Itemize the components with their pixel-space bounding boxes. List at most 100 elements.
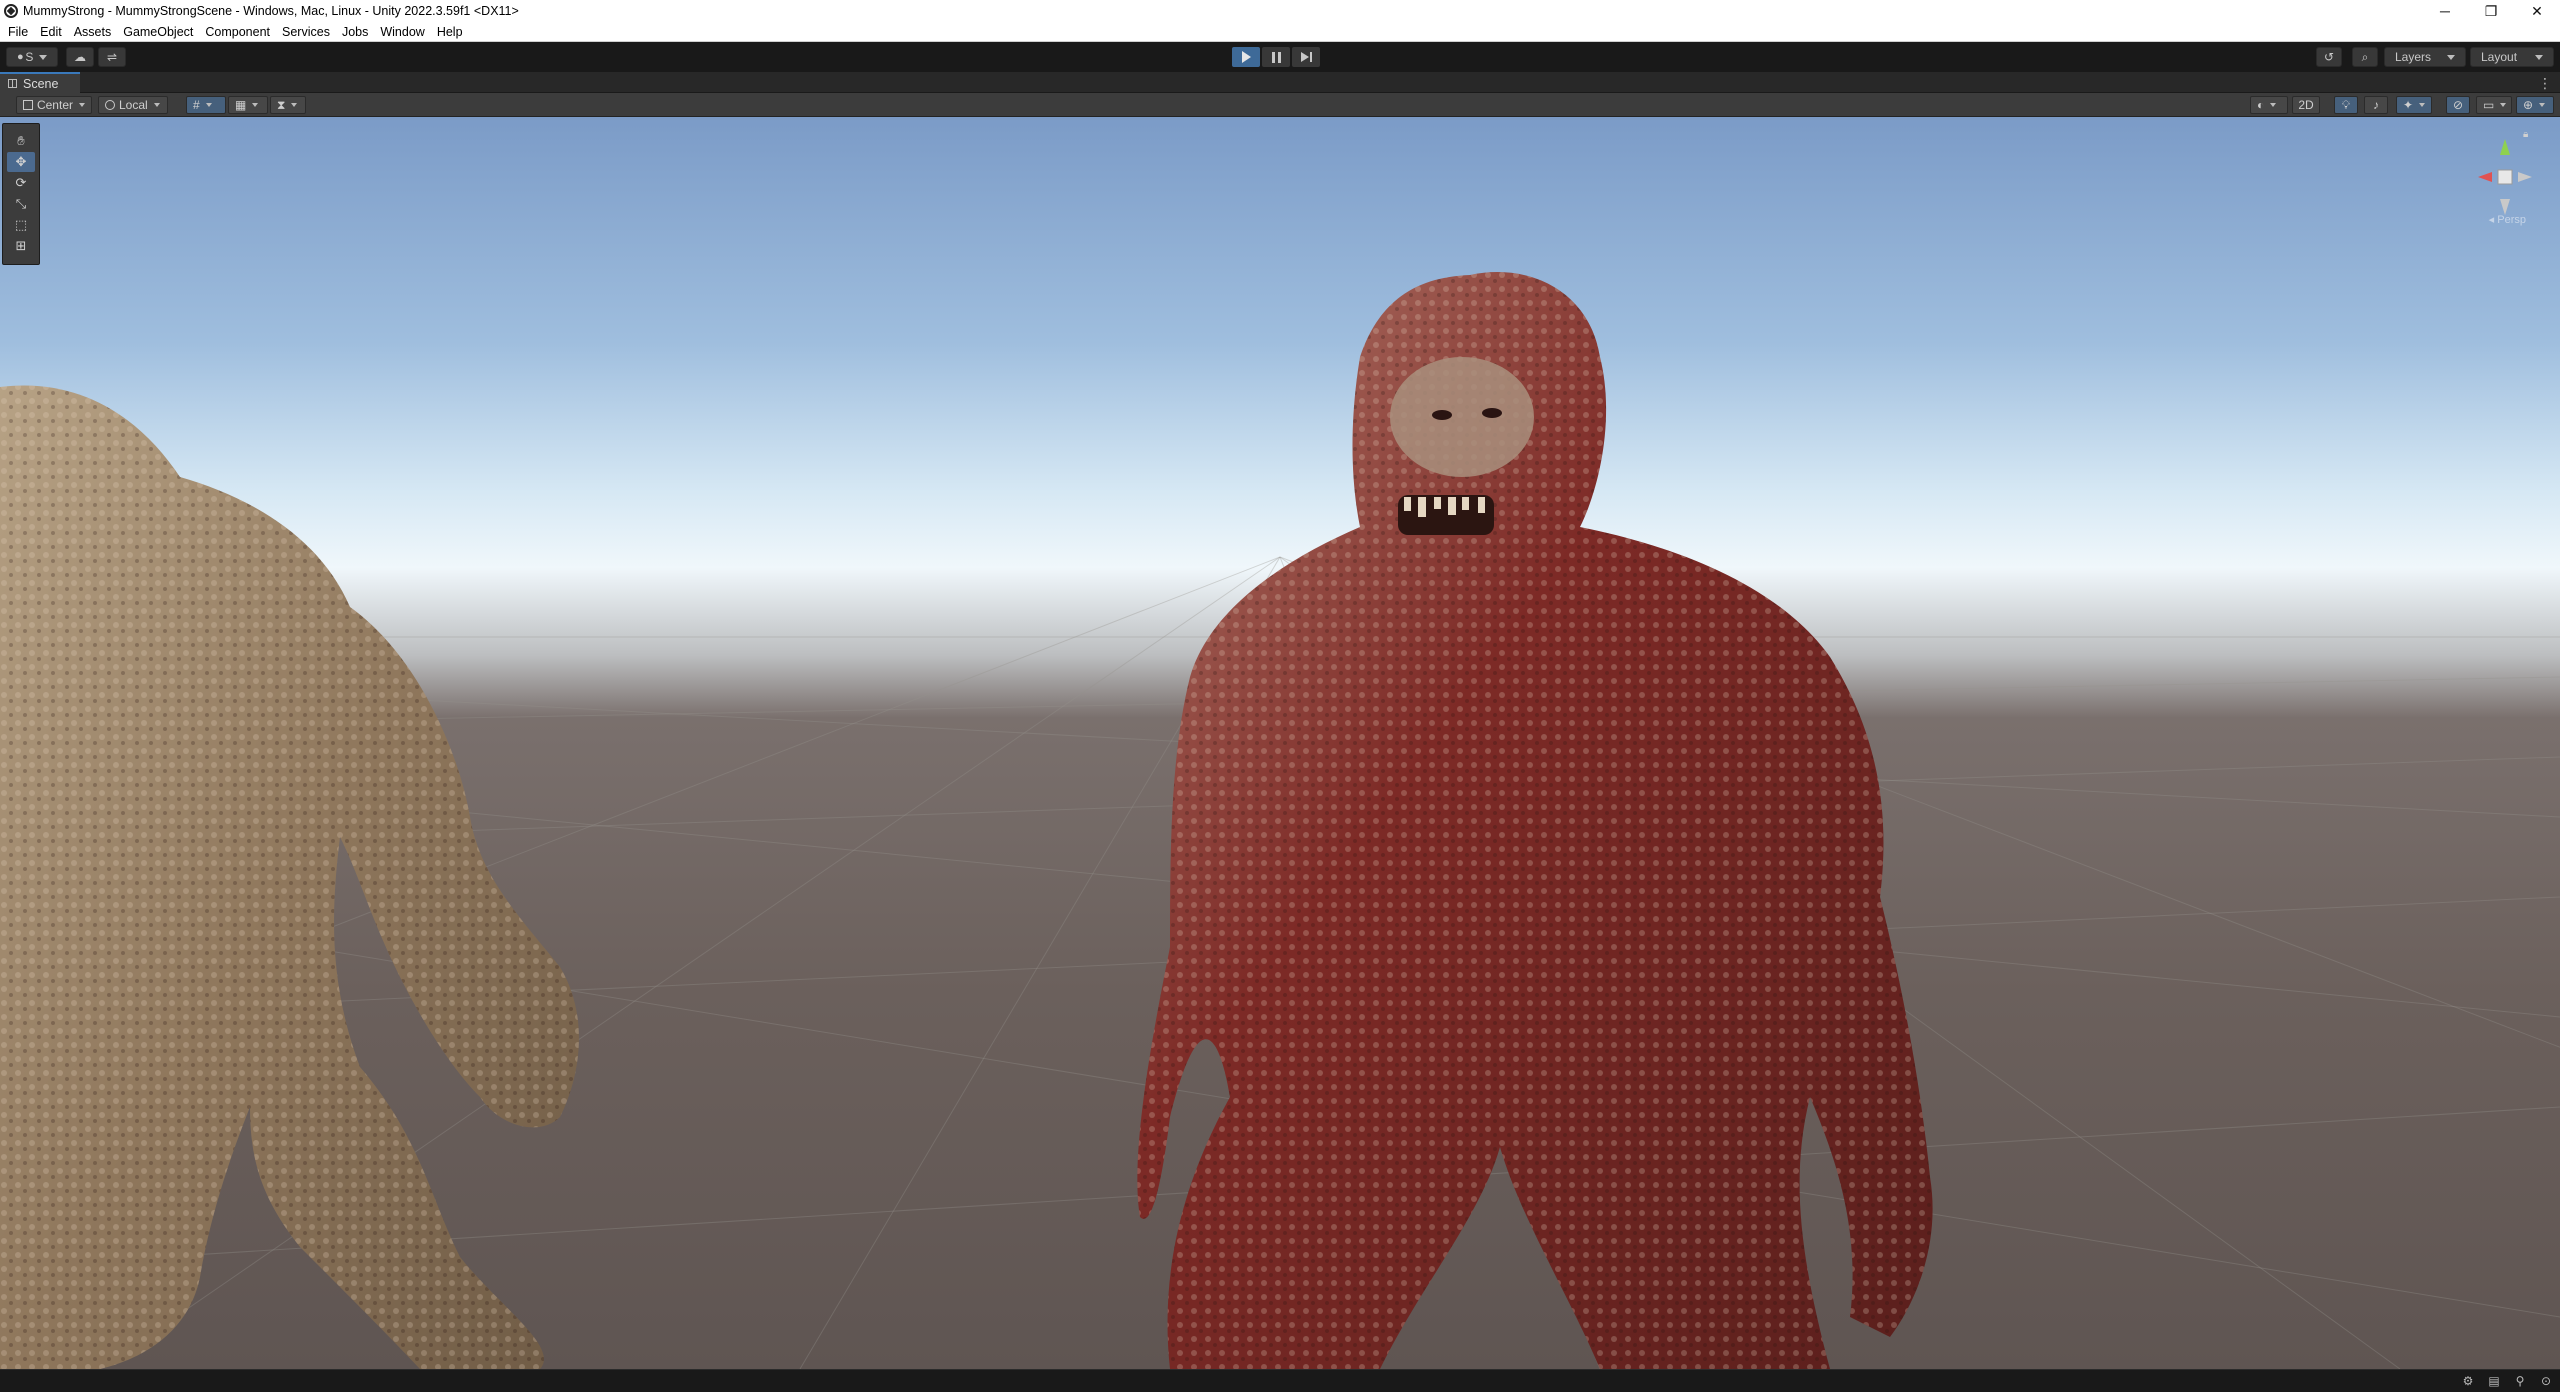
eye-slash-icon: ⊘: [2452, 98, 2464, 112]
gizmos-icon: ⊕: [2523, 98, 2534, 112]
scene-viewport[interactable]: ✋︎ ✥ ⟳ ⤡ ⬚ ⊞ 🔒︎ ◂ Persp: [0, 117, 2560, 1369]
chevron-down-icon: [2539, 103, 2546, 107]
account-label: S: [25, 50, 34, 64]
increment-snap-dropdown[interactable]: ⧗: [270, 96, 306, 114]
svg-text:🔒︎: 🔒︎: [2523, 129, 2528, 140]
menu-jobs[interactable]: Jobs: [336, 25, 374, 39]
debug-icon[interactable]: ⚙: [2460, 1374, 2476, 1388]
version-control-icon: ⇌: [106, 50, 118, 64]
projection-label[interactable]: ◂ Persp: [2489, 213, 2526, 226]
scene-grid-icon: [8, 79, 17, 88]
scene-visibility-toggle[interactable]: ⊘: [2446, 96, 2470, 114]
menu-component[interactable]: Component: [199, 25, 276, 39]
creature-red: [1137, 272, 1933, 1369]
layers-label: Layers: [2395, 50, 2432, 64]
chevron-down-icon: [2270, 103, 2277, 107]
snap-increment-icon: ⧗: [277, 97, 286, 112]
2d-mode-toggle[interactable]: 2D: [2292, 96, 2320, 114]
status-icons: ⚙ ▤ ⚲ ⊙: [2460, 1374, 2554, 1388]
play-icon: [1241, 51, 1251, 63]
axis-gizmo-icon: 🔒︎: [2478, 129, 2532, 215]
play-button[interactable]: [1232, 47, 1260, 67]
cloud-icon: ☁: [74, 50, 86, 64]
chevron-down-icon: [2535, 54, 2543, 60]
rect-transform-icon: ⬚: [14, 217, 28, 233]
orientation-gizmo[interactable]: 🔒︎: [2470, 127, 2540, 227]
chevron-down-icon: [252, 103, 259, 107]
progress-icon[interactable]: ▤: [2486, 1374, 2502, 1388]
chevron-down-icon: [38, 54, 47, 60]
cloud-button[interactable]: ☁: [66, 47, 94, 67]
menu-gameobject[interactable]: GameObject: [117, 25, 199, 39]
grid-snapping-toggle[interactable]: #: [186, 96, 226, 114]
effects-dropdown[interactable]: ✦: [2396, 96, 2432, 114]
unity-logo-icon: [4, 4, 18, 18]
grid-icon: ▦: [235, 98, 247, 112]
menu-edit[interactable]: Edit: [34, 25, 68, 39]
grid-snap-icon: #: [193, 98, 200, 112]
step-button[interactable]: [1292, 47, 1320, 67]
account-dropdown[interactable]: ● S: [6, 47, 58, 67]
version-control-button[interactable]: ⇌: [98, 47, 126, 67]
history-button[interactable]: ↺: [2316, 47, 2342, 67]
tab-scene-label: Scene: [23, 76, 59, 91]
chevron-down-icon: [2500, 103, 2507, 107]
window-title-bar: MummyStrong - MummyStrongScene - Windows…: [0, 0, 2560, 22]
search-icon: ⌕: [2361, 49, 2369, 64]
hand-tool[interactable]: ✋︎: [7, 131, 35, 151]
2d-mode-label: 2D: [2298, 98, 2314, 112]
restore-button[interactable]: ❐: [2468, 0, 2514, 22]
transform-icon: ⊞: [15, 238, 27, 254]
menu-assets[interactable]: Assets: [68, 25, 118, 39]
scene-render: [0, 272, 2560, 1369]
window-title: MummyStrong - MummyStrongScene - Windows…: [23, 4, 519, 18]
network-icon[interactable]: ⚲: [2512, 1374, 2528, 1388]
move-icon: ✥: [15, 154, 27, 170]
chevron-down-icon: [291, 103, 298, 107]
rect-tool[interactable]: ⬚: [7, 215, 35, 235]
close-button[interactable]: ✕: [2514, 0, 2560, 22]
rotate-tool[interactable]: ⟳: [7, 173, 35, 193]
playmode-controls: [1232, 47, 1320, 67]
pivot-rotation-dropdown[interactable]: Local: [98, 96, 168, 114]
lighting-toggle[interactable]: 💡︎: [2334, 96, 2358, 114]
scale-tool[interactable]: ⤡: [7, 194, 35, 214]
layout-label: Layout: [2481, 50, 2518, 64]
move-tool[interactable]: ✥: [7, 152, 35, 172]
more-options-icon[interactable]: ⋮: [2538, 75, 2552, 92]
rotate-icon: ⟳: [15, 175, 27, 191]
camera-settings-dropdown[interactable]: ▭: [2476, 96, 2512, 114]
chevron-down-icon: [153, 103, 160, 107]
account-icon: ●: [17, 51, 24, 63]
menu-file[interactable]: File: [2, 25, 34, 39]
chevron-down-icon: [205, 103, 212, 107]
local-rotation-icon: [105, 100, 115, 110]
creature-tan: [0, 385, 579, 1369]
space-label: Local: [119, 98, 148, 112]
menu-services[interactable]: Services: [276, 25, 336, 39]
history-icon: ↺: [2323, 50, 2335, 64]
audio-icon: ♪: [2373, 98, 2379, 112]
chevron-down-icon: [2419, 103, 2426, 107]
main-toolbar: ● S ☁ ⇌ ↺ ⌕ Layers Layout: [0, 42, 2560, 72]
menu-help[interactable]: Help: [431, 25, 469, 39]
transform-tool[interactable]: ⊞: [7, 236, 35, 256]
minimize-button[interactable]: ─: [2422, 0, 2468, 22]
draw-mode-dropdown[interactable]: ◐: [2250, 96, 2288, 114]
step-icon: [1300, 52, 1312, 62]
menu-window[interactable]: Window: [374, 25, 430, 39]
pivot-mode-dropdown[interactable]: Center: [16, 96, 92, 114]
notifications-icon[interactable]: ⊙: [2538, 1374, 2554, 1388]
scale-icon: ⤡: [15, 196, 27, 212]
chevron-down-icon: [2447, 54, 2455, 60]
search-button[interactable]: ⌕: [2352, 47, 2378, 67]
gizmos-dropdown[interactable]: ⊕: [2516, 96, 2554, 114]
layers-dropdown[interactable]: Layers: [2384, 47, 2466, 67]
grid-visibility-dropdown[interactable]: ▦: [228, 96, 268, 114]
layout-dropdown[interactable]: Layout: [2470, 47, 2554, 67]
audio-toggle[interactable]: ♪: [2364, 96, 2388, 114]
camera-icon: ▭: [2483, 98, 2495, 112]
pause-button[interactable]: [1262, 47, 1290, 67]
menu-bar: File Edit Assets GameObject Component Se…: [0, 22, 2560, 42]
tab-scene[interactable]: Scene: [0, 72, 80, 93]
